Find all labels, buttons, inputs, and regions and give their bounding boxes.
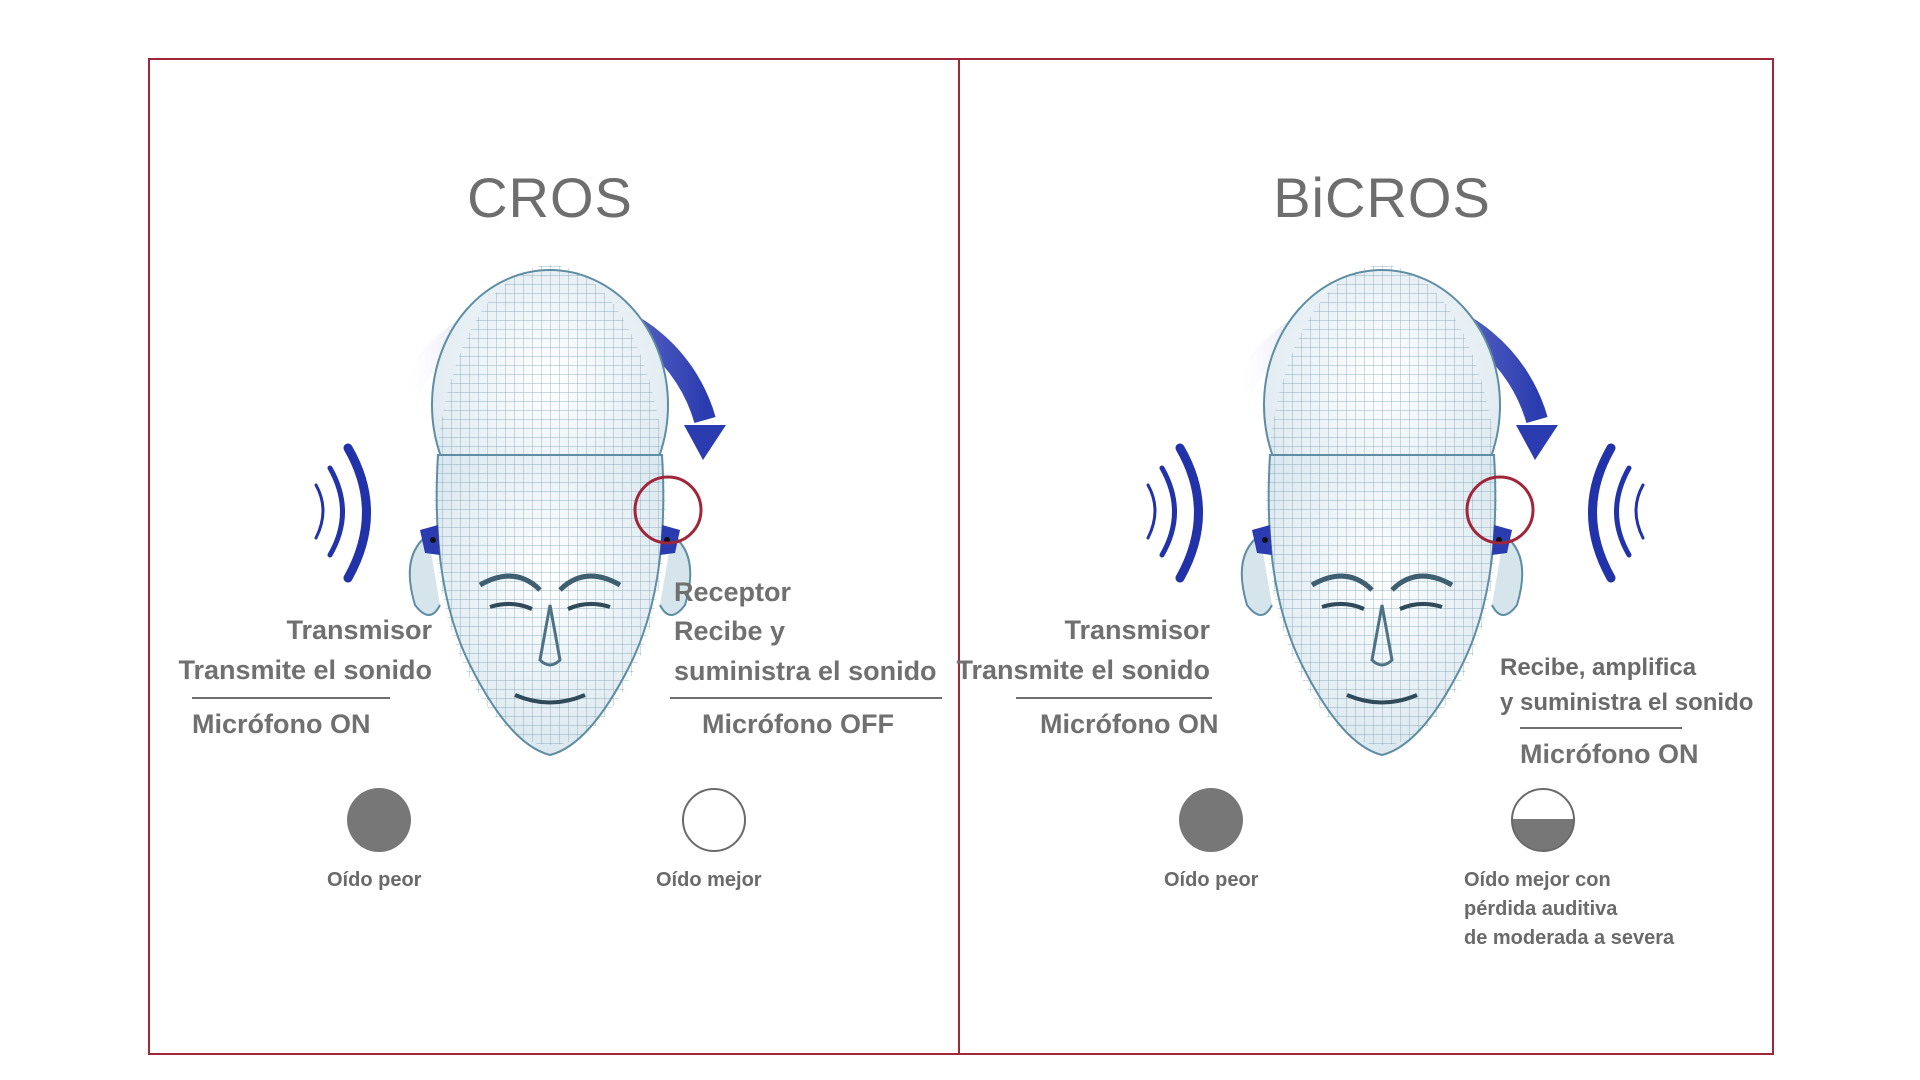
bicros-transmitter-divider: [1016, 697, 1212, 699]
cros-panel: CROS Transmisor Transmite el sonido Micr…: [0, 0, 960, 1080]
bicros-receiver-desc-2: y suministra el sonido: [1500, 689, 1754, 716]
cros-illustration: [314, 0, 726, 1080]
cros-receiver-heading: Receptor: [674, 577, 792, 607]
bicros-receiver-desc-1: Recibe, amplifica: [1500, 654, 1697, 681]
bicros-panel: BiCROS Transmisor Transmite el sonido Mi…: [956, 0, 1920, 1080]
bicros-worse-ear-label: Oído peor: [1164, 869, 1259, 891]
bicros-better-ear-label-2: pérdida auditiva: [1464, 898, 1618, 920]
cros-transmitter-desc: Transmite el sonido: [178, 655, 432, 685]
cros-receiver-divider: [670, 697, 942, 699]
cros-transmitter-heading: Transmisor: [286, 615, 432, 645]
bicros-better-ear-dot: [1511, 788, 1575, 852]
cros-receiver-mic: Micrófono OFF: [702, 709, 894, 739]
cros-transmitter-divider: [192, 697, 390, 699]
sound-wave-icon: [314, 443, 371, 583]
cros-receiver-desc-1: Recibe y: [674, 616, 786, 646]
head-icon: [410, 265, 690, 755]
head-icon: [1242, 265, 1522, 755]
bicros-transmitter-desc: Transmite el sonido: [956, 655, 1210, 685]
bicros-illustration: [1146, 0, 1645, 1080]
sound-wave-icon: [1588, 443, 1645, 583]
bicros-better-ear-label-1: Oído mejor con: [1464, 869, 1611, 891]
cros-better-ear-dot: [682, 788, 746, 852]
cros-transmitter-mic: Micrófono ON: [192, 709, 371, 739]
bicros-worse-ear-dot: [1179, 788, 1243, 852]
cros-better-ear-label: Oído mejor: [656, 869, 762, 891]
cros-receiver-desc-2: suministra el sonido: [674, 656, 937, 686]
bicros-receiver-divider: [1520, 727, 1682, 729]
bicros-transmitter-mic: Micrófono ON: [1040, 709, 1219, 739]
cros-worse-ear-dot: [347, 788, 411, 852]
sound-wave-icon: [1146, 443, 1203, 583]
bicros-better-ear-label-3: de moderada a severa: [1464, 927, 1675, 949]
bicros-receiver-mic: Micrófono ON: [1520, 739, 1699, 769]
bicros-transmitter-heading: Transmisor: [1064, 615, 1210, 645]
cros-worse-ear-label: Oído peor: [327, 869, 422, 891]
